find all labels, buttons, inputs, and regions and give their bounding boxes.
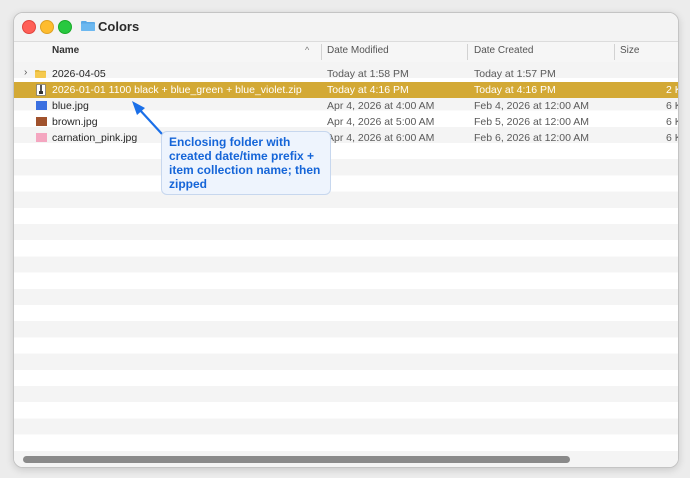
file-name: 2026-04-05 — [52, 68, 106, 80]
column-size-header[interactable]: Size — [620, 45, 639, 56]
zip-file-icon — [36, 84, 46, 96]
file-size: 6 K — [666, 100, 678, 112]
date-created: Feb 6, 2026 at 12:00 AM — [474, 132, 589, 144]
finder-window: Colors Name ^ Date Modified Date Created… — [13, 12, 679, 468]
file-size: 6 K — [666, 116, 678, 128]
zoom-button[interactable] — [58, 20, 72, 34]
list-item[interactable]: blue.jpg Apr 4, 2026 at 4:00 AM Feb 4, 2… — [14, 98, 678, 114]
column-modified-header[interactable]: Date Modified — [327, 45, 389, 56]
list-item[interactable]: brown.jpg Apr 4, 2026 at 5:00 AM Feb 5, … — [14, 114, 678, 130]
column-divider[interactable] — [614, 44, 615, 60]
column-header: Name ^ Date Modified Date Created Size — [14, 41, 678, 63]
sort-ascending-icon: ^ — [305, 45, 310, 55]
column-divider[interactable] — [467, 44, 468, 60]
column-name-header[interactable]: Name — [52, 45, 79, 56]
column-created-header[interactable]: Date Created — [474, 45, 533, 56]
image-file-icon — [36, 133, 47, 142]
column-divider[interactable] — [321, 44, 322, 60]
list-item-selected[interactable]: 2026-01-01 1100 black + blue_green + blu… — [14, 82, 678, 98]
date-modified: Apr 4, 2026 at 4:00 AM — [327, 100, 435, 112]
file-size: 2 K — [666, 84, 678, 96]
minimize-button[interactable] — [40, 20, 54, 34]
file-name: carnation_pink.jpg — [52, 132, 138, 144]
date-created: Today at 4:16 PM — [474, 84, 556, 96]
date-modified: Today at 1:58 PM — [327, 68, 409, 80]
file-size: 6 K — [666, 132, 678, 144]
scrollbar-thumb[interactable] — [23, 456, 570, 463]
close-button[interactable] — [22, 20, 36, 34]
image-file-icon — [36, 101, 47, 110]
date-modified: Apr 4, 2026 at 5:00 AM — [327, 116, 435, 128]
title-bar: Colors — [14, 13, 678, 41]
date-modified: Today at 4:16 PM — [327, 84, 409, 96]
list-item[interactable]: › 2026-04-05 Today at 1:58 PM Today at 1… — [14, 66, 678, 82]
file-name: 2026-01-01 1100 black + blue_green + blu… — [52, 84, 302, 96]
date-created: Feb 4, 2026 at 12:00 AM — [474, 100, 589, 112]
folder-icon — [81, 21, 95, 31]
folder-icon — [35, 69, 46, 78]
file-name: brown.jpg — [52, 116, 98, 128]
annotation-callout: Enclosing folder with created date/time … — [161, 131, 331, 195]
list-item[interactable]: carnation_pink.jpg Apr 4, 2026 at 6:00 A… — [14, 130, 678, 146]
disclosure-triangle-icon[interactable]: › — [24, 67, 27, 78]
date-created: Feb 5, 2026 at 12:00 AM — [474, 116, 589, 128]
date-created: Today at 1:57 PM — [474, 68, 556, 80]
date-modified: Apr 4, 2026 at 6:00 AM — [327, 132, 435, 144]
window-title: Colors — [98, 19, 140, 34]
file-name: blue.jpg — [52, 100, 89, 112]
image-file-icon — [36, 117, 47, 126]
